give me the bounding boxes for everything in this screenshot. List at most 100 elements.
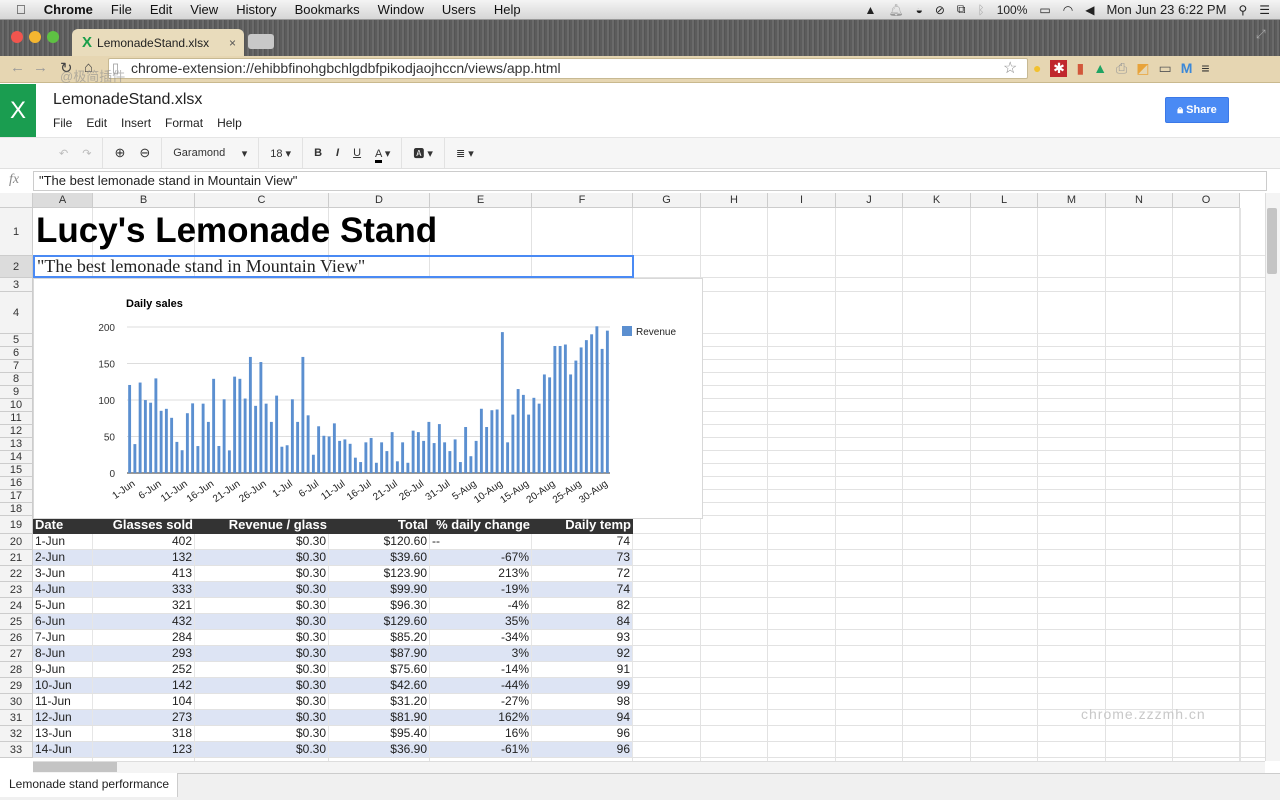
bar-revenue[interactable] xyxy=(138,382,142,473)
bar-revenue[interactable] xyxy=(437,424,441,473)
sync-icon[interactable]: ⊘ xyxy=(935,3,945,17)
column-header-k[interactable]: K xyxy=(903,193,971,208)
bar-revenue[interactable] xyxy=(238,378,242,473)
app-menu-format[interactable]: Format xyxy=(165,116,203,130)
bar-revenue[interactable] xyxy=(401,442,405,473)
bar-revenue[interactable] xyxy=(322,435,326,473)
font-family-select[interactable]: Garamond ▾ xyxy=(166,147,254,160)
row-header[interactable]: 9 xyxy=(0,386,33,399)
bar-revenue[interactable] xyxy=(170,417,174,473)
table-cell[interactable]: 142 xyxy=(93,678,195,693)
row-header[interactable]: 14 xyxy=(0,451,33,464)
table-cell[interactable]: -4% xyxy=(430,598,532,613)
bar-revenue[interactable] xyxy=(332,423,336,473)
table-cell[interactable]: $99.90 xyxy=(329,582,430,597)
bar-revenue[interactable] xyxy=(469,456,473,473)
back-icon[interactable]: ← xyxy=(10,59,25,76)
table-cell[interactable]: 74 xyxy=(532,582,633,597)
bar-revenue[interactable] xyxy=(290,399,294,473)
bar-revenue[interactable] xyxy=(269,421,273,473)
sheet-title-cell[interactable]: Lucy's Lemonade Stand xyxy=(36,211,437,251)
share-button[interactable]: 🔒︎ Share xyxy=(1165,97,1229,123)
notification-icon[interactable]: 🔔︎ xyxy=(888,3,903,17)
bar-revenue[interactable] xyxy=(364,442,368,473)
row-header[interactable]: 10 xyxy=(0,399,33,412)
table-cell[interactable]: 104 xyxy=(93,694,195,709)
row-header[interactable]: 23 xyxy=(0,582,33,598)
table-cell[interactable]: 284 xyxy=(93,630,195,645)
app-menu-insert[interactable]: Insert xyxy=(121,116,151,130)
close-window-button[interactable] xyxy=(11,31,23,43)
menu-users[interactable]: Users xyxy=(442,2,476,17)
table-cell[interactable]: $0.30 xyxy=(195,726,329,741)
bookmark-star-icon[interactable]: ☆ xyxy=(1003,58,1017,78)
bar-revenue[interactable] xyxy=(532,397,536,473)
column-header-i[interactable]: I xyxy=(768,193,836,208)
column-header-h[interactable]: H xyxy=(701,193,768,208)
extension-drive-icon[interactable]: ▲ xyxy=(1093,60,1107,77)
bar-revenue[interactable] xyxy=(595,326,599,473)
bar-revenue[interactable] xyxy=(259,362,263,473)
status-icon[interactable]: ◒ xyxy=(916,3,923,17)
table-cell[interactable]: 73 xyxy=(532,550,633,565)
vertical-scrollbar[interactable] xyxy=(1265,193,1280,761)
table-cell[interactable]: 12-Jun xyxy=(33,710,93,725)
table-cell[interactable]: -19% xyxy=(430,582,532,597)
bar-revenue[interactable] xyxy=(191,403,195,473)
row-header[interactable]: 4 xyxy=(0,292,33,334)
bar-revenue[interactable] xyxy=(254,405,258,473)
table-cell[interactable]: 318 xyxy=(93,726,195,741)
row-header[interactable]: 6 xyxy=(0,347,33,360)
table-cell[interactable]: $85.20 xyxy=(329,630,430,645)
row-header[interactable]: 33 xyxy=(0,742,33,758)
bar-revenue[interactable] xyxy=(128,384,132,473)
table-cell[interactable]: 321 xyxy=(93,598,195,613)
bar-revenue[interactable] xyxy=(521,394,525,473)
bar-revenue[interactable] xyxy=(233,376,237,473)
table-cell[interactable]: $0.30 xyxy=(195,630,329,645)
window-icon[interactable]: ⧉ xyxy=(957,2,966,17)
table-cell[interactable]: 8-Jun xyxy=(33,646,93,661)
bar-revenue[interactable] xyxy=(385,451,389,473)
row-header[interactable]: 27 xyxy=(0,646,33,662)
extension-lastpass-icon[interactable]: ✱ xyxy=(1050,60,1068,77)
table-cell[interactable]: $0.30 xyxy=(195,550,329,565)
bar-revenue[interactable] xyxy=(296,421,300,473)
bar-revenue[interactable] xyxy=(317,426,321,473)
menu-bookmarks[interactable]: Bookmarks xyxy=(295,2,360,17)
table-cell[interactable]: 98 xyxy=(532,694,633,709)
bar-revenue[interactable] xyxy=(301,356,305,473)
horizontal-scrollbar[interactable] xyxy=(33,761,1265,773)
bar-revenue[interactable] xyxy=(553,345,557,473)
table-cell[interactable]: 2-Jun xyxy=(33,550,93,565)
table-cell[interactable]: 162% xyxy=(430,710,532,725)
row-header[interactable]: 28 xyxy=(0,662,33,678)
row-header[interactable]: 25 xyxy=(0,614,33,630)
daily-sales-chart[interactable]: Daily sales 0 50 100 150 200 1-Jun 6-Jun 11-Jun 1… xyxy=(33,278,703,519)
table-cell[interactable]: 9-Jun xyxy=(33,662,93,677)
bar-revenue[interactable] xyxy=(563,344,567,473)
table-cell[interactable]: 72 xyxy=(532,566,633,581)
table-cell[interactable]: -61% xyxy=(430,742,532,757)
table-cell[interactable]: $120.60 xyxy=(329,534,430,549)
column-header-g[interactable]: G xyxy=(633,193,701,208)
bar-revenue[interactable] xyxy=(574,360,578,473)
bar-revenue[interactable] xyxy=(432,443,436,473)
extension-keep-icon[interactable]: ◩ xyxy=(1136,60,1149,77)
table-cell[interactable]: 14-Jun xyxy=(33,742,93,757)
table-cell[interactable]: $0.30 xyxy=(195,614,329,629)
table-cell[interactable]: $0.30 xyxy=(195,646,329,661)
table-cell[interactable]: 93 xyxy=(532,630,633,645)
bar-revenue[interactable] xyxy=(511,414,515,473)
bar-revenue[interactable] xyxy=(474,440,478,473)
table-cell[interactable]: $31.20 xyxy=(329,694,430,709)
table-cell[interactable]: 3% xyxy=(430,646,532,661)
column-header-c[interactable]: C xyxy=(195,193,329,208)
bar-revenue[interactable] xyxy=(516,389,520,473)
bar-revenue[interactable] xyxy=(380,442,384,473)
table-cell[interactable]: 252 xyxy=(93,662,195,677)
italic-button[interactable]: I xyxy=(329,147,346,159)
bar-revenue[interactable] xyxy=(548,377,552,473)
table-cell[interactable]: 99 xyxy=(532,678,633,693)
address-bar[interactable]: chrome-extension://ehibbfinohgbchlgdbfpi… xyxy=(108,58,1028,79)
